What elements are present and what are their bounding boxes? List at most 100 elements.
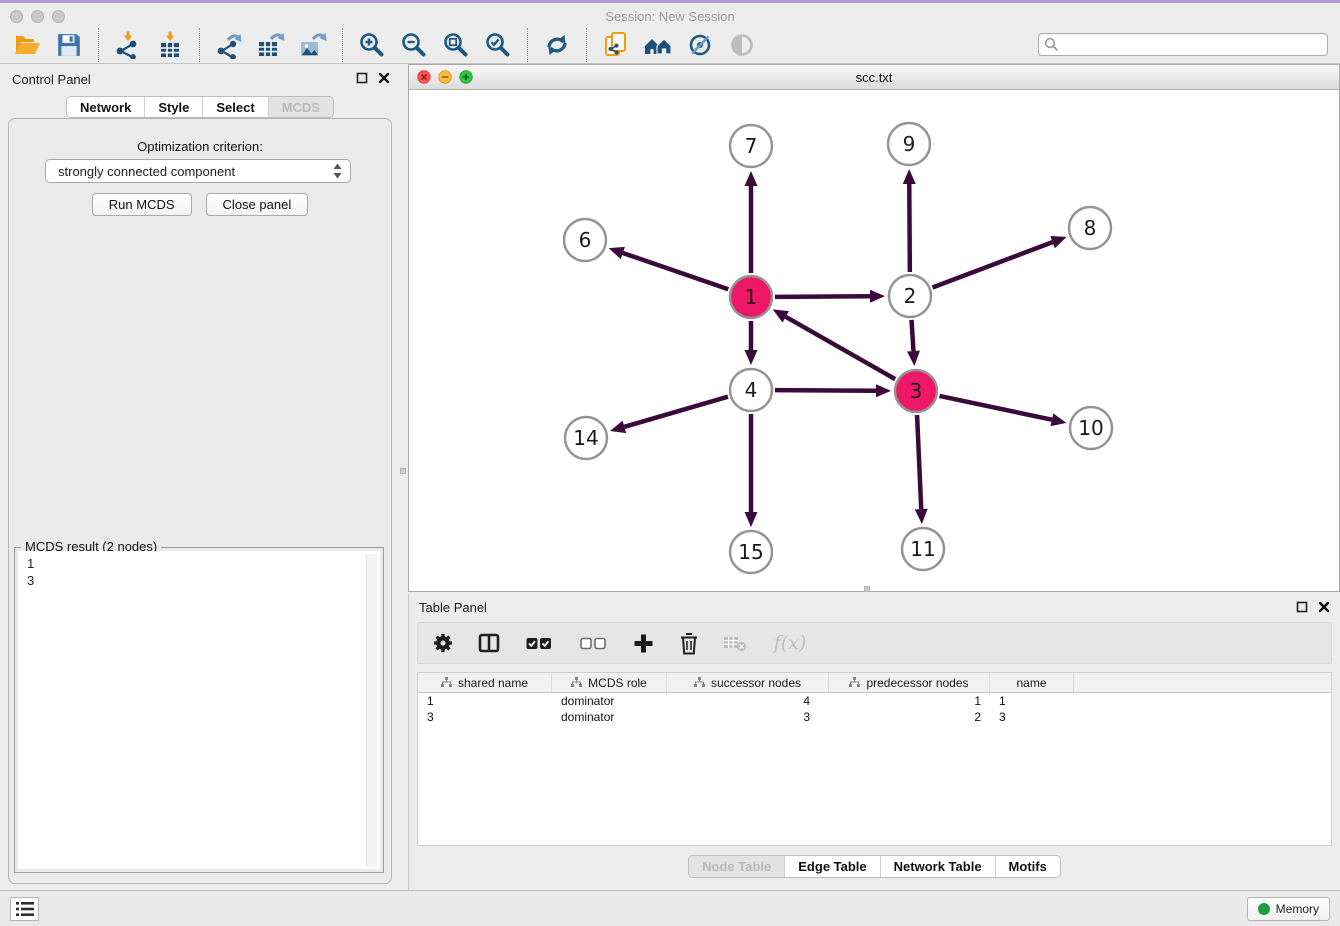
search-input[interactable] [1038,33,1328,56]
toolbar-separator [342,28,343,62]
graph-edge-1-4[interactable] [745,321,758,365]
float-panel-icon[interactable] [356,72,368,84]
result-scrollbar[interactable] [366,554,377,866]
network-graph[interactable]: 7 9 6 8 1 2 4 3 14 10 15 11 [409,90,1339,591]
float-table-panel-icon[interactable] [1296,601,1308,613]
clone-network-icon[interactable] [599,28,633,62]
graph-edge-2-8[interactable] [932,236,1066,287]
network-window-title: scc.txt [409,70,1339,85]
close-panel-button[interactable]: Close panel [206,193,309,216]
column-header-successor-nodes[interactable]: successor nodes [667,673,829,692]
graph-edge-1-2[interactable] [775,290,885,303]
add-row-icon[interactable] [630,630,656,656]
cell-successor-nodes[interactable]: 3 [667,710,829,724]
first-neighbors-icon[interactable] [641,28,675,62]
select-all-icon[interactable] [522,630,556,656]
graph-edge-4-15[interactable] [745,414,758,527]
graph-edge-4-3[interactable] [775,384,891,397]
export-network-icon[interactable] [212,28,246,62]
column-header-mcds-role[interactable]: MCDS role [552,673,667,692]
tab-node-table[interactable]: Node Table [689,856,784,877]
graph-node-label: 2 [904,284,917,308]
save-session-icon[interactable] [52,28,86,62]
show-graphics-details-icon[interactable] [683,28,717,62]
graph-edge-4-14[interactable] [610,397,728,433]
network-canvas[interactable]: 7 9 6 8 1 2 4 3 14 10 15 11 [409,90,1339,591]
zoom-out-icon[interactable] [397,28,431,62]
import-table-icon[interactable] [153,28,187,62]
delete-row-trash-icon[interactable] [676,630,702,656]
export-image-icon[interactable] [296,28,330,62]
close-table-panel-icon[interactable] [1318,601,1330,613]
node-table: shared name MCDS role successor nodes pr… [417,672,1332,846]
column-header-predecessor-nodes[interactable]: predecessor nodes [829,673,990,692]
graph-node-14[interactable]: 14 [565,417,607,459]
tab-style[interactable]: Style [144,97,202,117]
graph-edge-3-10[interactable] [939,396,1066,426]
graph-node-15[interactable]: 15 [730,531,772,573]
graph-node-label: 7 [745,134,758,158]
table-row[interactable]: 3 dominator 3 2 3 [418,709,1331,725]
control-panel-tabbar: Network Style Select MCDS [66,96,334,118]
import-network-icon[interactable] [111,28,145,62]
list-icon [15,901,35,917]
graph-node-11[interactable]: 11 [902,528,944,570]
graph-node-2[interactable]: 2 [889,275,931,317]
hide-details-eye-icon [725,28,759,62]
tab-network[interactable]: Network [67,97,144,117]
split-columns-icon[interactable] [476,630,502,656]
deselect-all-icon[interactable] [576,630,610,656]
tab-network-table[interactable]: Network Table [880,856,995,877]
graph-node-4[interactable]: 4 [730,369,772,411]
apply-layout-icon[interactable] [540,28,574,62]
close-panel-icon[interactable] [378,72,390,84]
graph-node-8[interactable]: 8 [1069,207,1111,249]
column-header-shared-name[interactable]: shared name [418,673,552,692]
cell-predecessor-nodes[interactable]: 1 [829,694,990,708]
cell-mcds-role[interactable]: dominator [552,694,667,708]
graph-edge-3-1[interactable] [773,309,895,379]
zoom-fit-icon[interactable] [439,28,473,62]
splitter-handle[interactable] [864,586,870,592]
run-mcds-button[interactable]: Run MCDS [92,193,192,216]
tab-motifs[interactable]: Motifs [995,856,1060,877]
memory-button[interactable]: Memory [1247,897,1330,921]
tab-mcds[interactable]: MCDS [268,97,333,117]
graph-node-1[interactable]: 1 [730,276,772,318]
graph-edge-2-3[interactable] [907,320,920,366]
graph-node-6[interactable]: 6 [564,219,606,261]
cell-shared-name[interactable]: 3 [418,710,552,724]
cell-mcds-role[interactable]: dominator [552,710,667,724]
graph-edge-1-6[interactable] [609,247,729,289]
cell-name[interactable]: 1 [990,694,1074,708]
graph-edge-2-9[interactable] [903,169,916,272]
panel-splitter-vertical[interactable] [400,64,408,890]
cell-predecessor-nodes[interactable]: 2 [829,710,990,724]
graph-node-3[interactable]: 3 [895,370,937,412]
graph-edge-1-7[interactable] [745,171,758,273]
optimization-criterion-select[interactable]: strongly connected component [45,159,351,183]
table-row[interactable]: 1 dominator 4 1 1 [418,693,1331,709]
graph-node-7[interactable]: 7 [730,125,772,167]
toolbar-separator [527,28,528,62]
graph-node-9[interactable]: 9 [888,123,930,165]
cell-successor-nodes[interactable]: 4 [667,694,829,708]
graph-node-10[interactable]: 10 [1070,407,1112,449]
graph-edge-3-11[interactable] [915,415,928,524]
control-panel: Control Panel Network Style Select MCDS … [0,64,400,890]
cell-name[interactable]: 3 [990,710,1074,724]
tab-edge-table[interactable]: Edge Table [784,856,879,877]
column-header-name[interactable]: name [990,673,1074,692]
task-history-button[interactable] [10,897,39,921]
export-table-icon[interactable] [254,28,288,62]
network-window-titlebar[interactable]: scc.txt [409,65,1339,90]
mcds-result-list[interactable]: 1 3 [18,551,380,869]
open-session-icon[interactable] [10,28,44,62]
zoom-in-icon[interactable] [355,28,389,62]
graph-node-label: 4 [745,378,758,402]
toolbar-separator [586,28,587,62]
zoom-selected-icon[interactable] [481,28,515,62]
tab-select[interactable]: Select [202,97,267,117]
column-settings-gear-icon[interactable] [430,630,456,656]
cell-shared-name[interactable]: 1 [418,694,552,708]
